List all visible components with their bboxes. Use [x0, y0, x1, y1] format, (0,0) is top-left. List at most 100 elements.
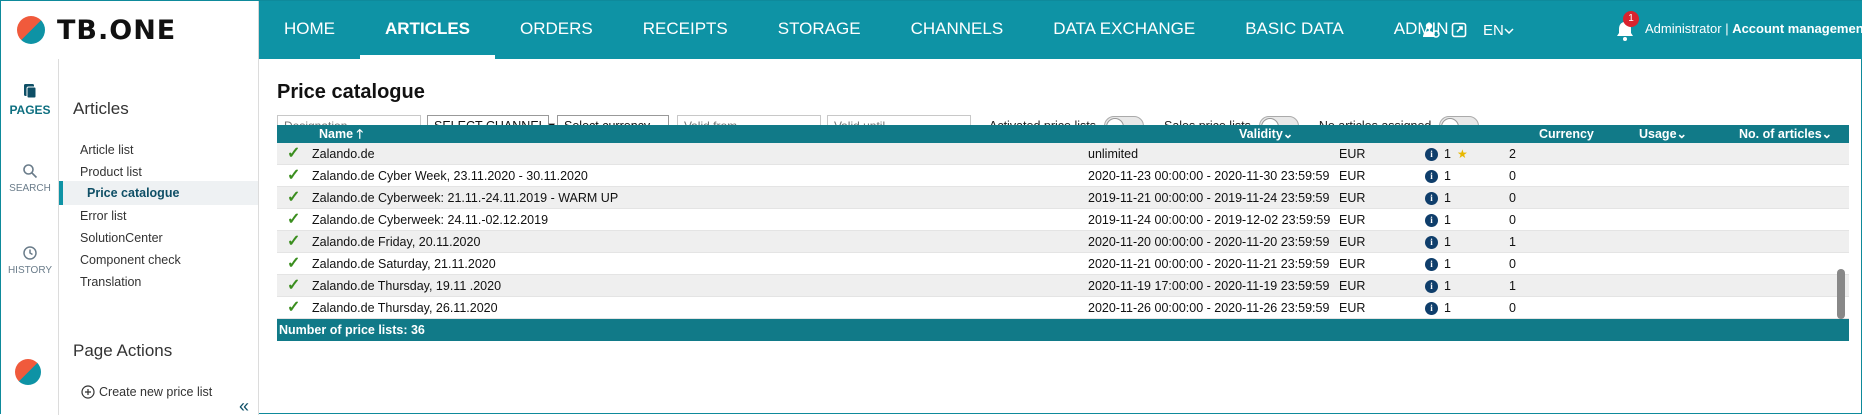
rail-search-label: SEARCH	[9, 183, 51, 194]
cell-validity: 2019-11-21 00:00:00 - 2019-11-24 23:59:5…	[1088, 191, 1330, 205]
cell-name: Zalando.de Saturday, 21.11.2020	[312, 257, 496, 271]
info-icon[interactable]: i	[1425, 192, 1438, 206]
icon-rail: PAGES SEARCH HISTORY	[1, 59, 59, 415]
cell-articles: 0	[1509, 257, 1516, 271]
cell-currency: EUR	[1339, 213, 1366, 227]
usage-value: 1	[1444, 169, 1451, 183]
usage-value: 1	[1444, 213, 1451, 227]
rail-pages-label: PAGES	[9, 103, 51, 117]
col-currency-header[interactable]: Currency	[1539, 125, 1594, 143]
sidebar-item-component-check[interactable]: Component check	[59, 249, 258, 271]
nav-item-storage[interactable]: STORAGE	[753, 1, 886, 59]
chevron-down-icon: ⌄	[1821, 127, 1833, 141]
app-frame: TB.ONE HOME ARTICLES ORDERS RECEIPTS STORAGE…	[0, 0, 1862, 416]
info-icon[interactable]: i	[1425, 280, 1438, 294]
cell-validity: 2020-11-26 00:00:00 - 2020-11-26 23:59:5…	[1088, 301, 1330, 315]
cell-usage: i1	[1425, 253, 1451, 275]
sidebar: Articles Article list Product list Price c…	[59, 59, 259, 416]
language-select[interactable]: EN	[1483, 22, 1514, 39]
page-actions-heading: Page Actions	[73, 341, 173, 360]
logo-icon	[17, 16, 45, 44]
scrollbar-thumb[interactable]	[1837, 269, 1845, 319]
user-switch-icon[interactable]	[1421, 20, 1441, 40]
user-menu[interactable]: Administrator | Account management	[1645, 21, 1862, 36]
logo-mark-icon[interactable]	[15, 359, 41, 385]
price-list-table: Name 🡑 Validity⌄ Currency Usage⌄ No. of …	[277, 125, 1849, 341]
col-usage-label: Usage	[1639, 127, 1677, 141]
info-icon[interactable]: i	[1425, 236, 1438, 250]
search-icon	[23, 164, 38, 179]
table-row[interactable]: ✓ Zalando.de Cyberweek: 21.11.-24.11.2019…	[277, 187, 1849, 209]
cell-validity: 2020-11-19 17:00:00 - 2020-11-19 23:59:5…	[1088, 279, 1330, 293]
info-icon[interactable]: i	[1425, 148, 1438, 162]
table-row[interactable]: ✓ Zalando.de Friday, 20.11.2020 2020-11-20…	[277, 231, 1849, 253]
chevron-down-icon: ⌄	[1676, 127, 1688, 141]
table-row[interactable]: ✓ Zalando.de Thursday, 19.11 .2020 2020-11…	[277, 275, 1849, 297]
main-nav: HOME ARTICLES ORDERS RECEIPTS STORAGE CHANNEL…	[259, 1, 1474, 59]
check-icon: ✓	[287, 167, 301, 184]
sidebar-item-error-list[interactable]: Error list	[59, 205, 258, 227]
cell-validity: 2019-11-24 00:00:00 - 2019-12-02 23:59:5…	[1088, 213, 1331, 227]
sort-up-icon: 🡑	[356, 127, 364, 141]
cell-currency: EUR	[1339, 257, 1366, 271]
star-icon: ★	[1456, 147, 1468, 161]
sidebar-item-translation[interactable]: Translation	[59, 271, 258, 293]
history-icon	[23, 246, 37, 260]
cell-currency: EUR	[1339, 147, 1366, 161]
logo[interactable]: TB.ONE	[1, 1, 259, 59]
chevron-down-icon	[1504, 27, 1514, 34]
info-icon[interactable]: i	[1425, 170, 1438, 184]
cell-currency: EUR	[1339, 279, 1366, 293]
table-row[interactable]: ✓ Zalando.de Cyber Week, 23.11.2020 - 30.…	[277, 165, 1849, 187]
nav-item-basic-data[interactable]: BASIC DATA	[1220, 1, 1369, 59]
sidebar-item-product-list[interactable]: Product list	[59, 161, 258, 183]
nav-item-channels[interactable]: CHANNELS	[886, 1, 1029, 59]
info-icon[interactable]: i	[1425, 214, 1438, 228]
nav-item-data-exchange[interactable]: DATA EXCHANGE	[1028, 1, 1220, 59]
col-articles-label: No. of articles	[1739, 127, 1822, 141]
col-currency-label: Currency	[1539, 127, 1594, 141]
sidebar-heading: Articles	[73, 99, 129, 118]
col-articles-header[interactable]: No. of articles⌄	[1739, 125, 1832, 143]
create-price-list-button[interactable]: Create new price list	[81, 385, 212, 399]
create-price-list-label: Create new price list	[99, 385, 213, 399]
table-row[interactable]: ✓ Zalando.de Cyberweek: 24.11.-02.12.2019…	[277, 209, 1849, 231]
cell-usage: i 1 ★	[1425, 143, 1468, 165]
col-name-header[interactable]: Name 🡑	[319, 125, 363, 143]
external-link-icon[interactable]	[1449, 20, 1469, 40]
cell-usage: i1	[1425, 275, 1451, 297]
check-icon: ✓	[287, 145, 301, 162]
language-label: EN	[1483, 21, 1504, 39]
col-validity-header[interactable]: Validity⌄	[1239, 125, 1293, 143]
cell-name: Zalando.de Cyber Week, 23.11.2020 - 30.1…	[312, 169, 588, 183]
cell-name: Zalando.de Cyberweek: 21.11.-24.11.2019 …	[312, 191, 619, 205]
check-icon: ✓	[287, 211, 301, 228]
sidebar-item-price-catalogue[interactable]: Price catalogue	[59, 181, 258, 205]
cell-name: Zalando.de Thursday, 19.11 .2020	[312, 279, 502, 293]
info-icon[interactable]: i	[1425, 302, 1438, 316]
sidebar-item-solutioncenter[interactable]: SolutionCenter	[59, 227, 258, 249]
info-icon[interactable]: i	[1425, 258, 1438, 272]
col-usage-header[interactable]: Usage⌄	[1639, 125, 1687, 143]
nav-item-receipts[interactable]: RECEIPTS	[618, 1, 753, 59]
cell-usage: i1	[1425, 165, 1451, 187]
table-row[interactable]: ✓ Zalando.de Saturday, 21.11.2020 2020-11-…	[277, 253, 1849, 275]
cell-name: Zalando.de Thursday, 26.11.2020	[312, 301, 498, 315]
nav-item-home[interactable]: HOME	[259, 1, 360, 59]
nav-item-articles[interactable]: ARTICLES	[360, 1, 495, 59]
table-row[interactable]: ✓ Zalando.de Thursday, 26.11.2020 2020-11-…	[277, 297, 1849, 319]
rail-history[interactable]: HISTORY	[1, 245, 59, 276]
user-name: Administrator	[1645, 21, 1722, 36]
pages-icon	[24, 84, 37, 99]
sidebar-item-article-list[interactable]: Article list	[59, 139, 258, 161]
cell-validity: 2020-11-21 00:00:00 - 2020-11-21 23:59:5…	[1088, 257, 1330, 271]
usage-value: 1	[1444, 257, 1451, 271]
table-row[interactable]: ✓ Zalando.de unlimited EUR i 1 ★ 2	[277, 143, 1849, 165]
top-bar: TB.ONE HOME ARTICLES ORDERS RECEIPTS STORAGE…	[1, 1, 1862, 59]
rail-pages[interactable]: PAGES	[1, 83, 59, 117]
account-management-link[interactable]: Account management	[1732, 21, 1862, 36]
nav-item-orders[interactable]: ORDERS	[495, 1, 618, 59]
rail-search[interactable]: SEARCH	[1, 163, 59, 194]
col-name-label: Name	[319, 127, 354, 141]
cell-articles: 0	[1509, 191, 1516, 205]
